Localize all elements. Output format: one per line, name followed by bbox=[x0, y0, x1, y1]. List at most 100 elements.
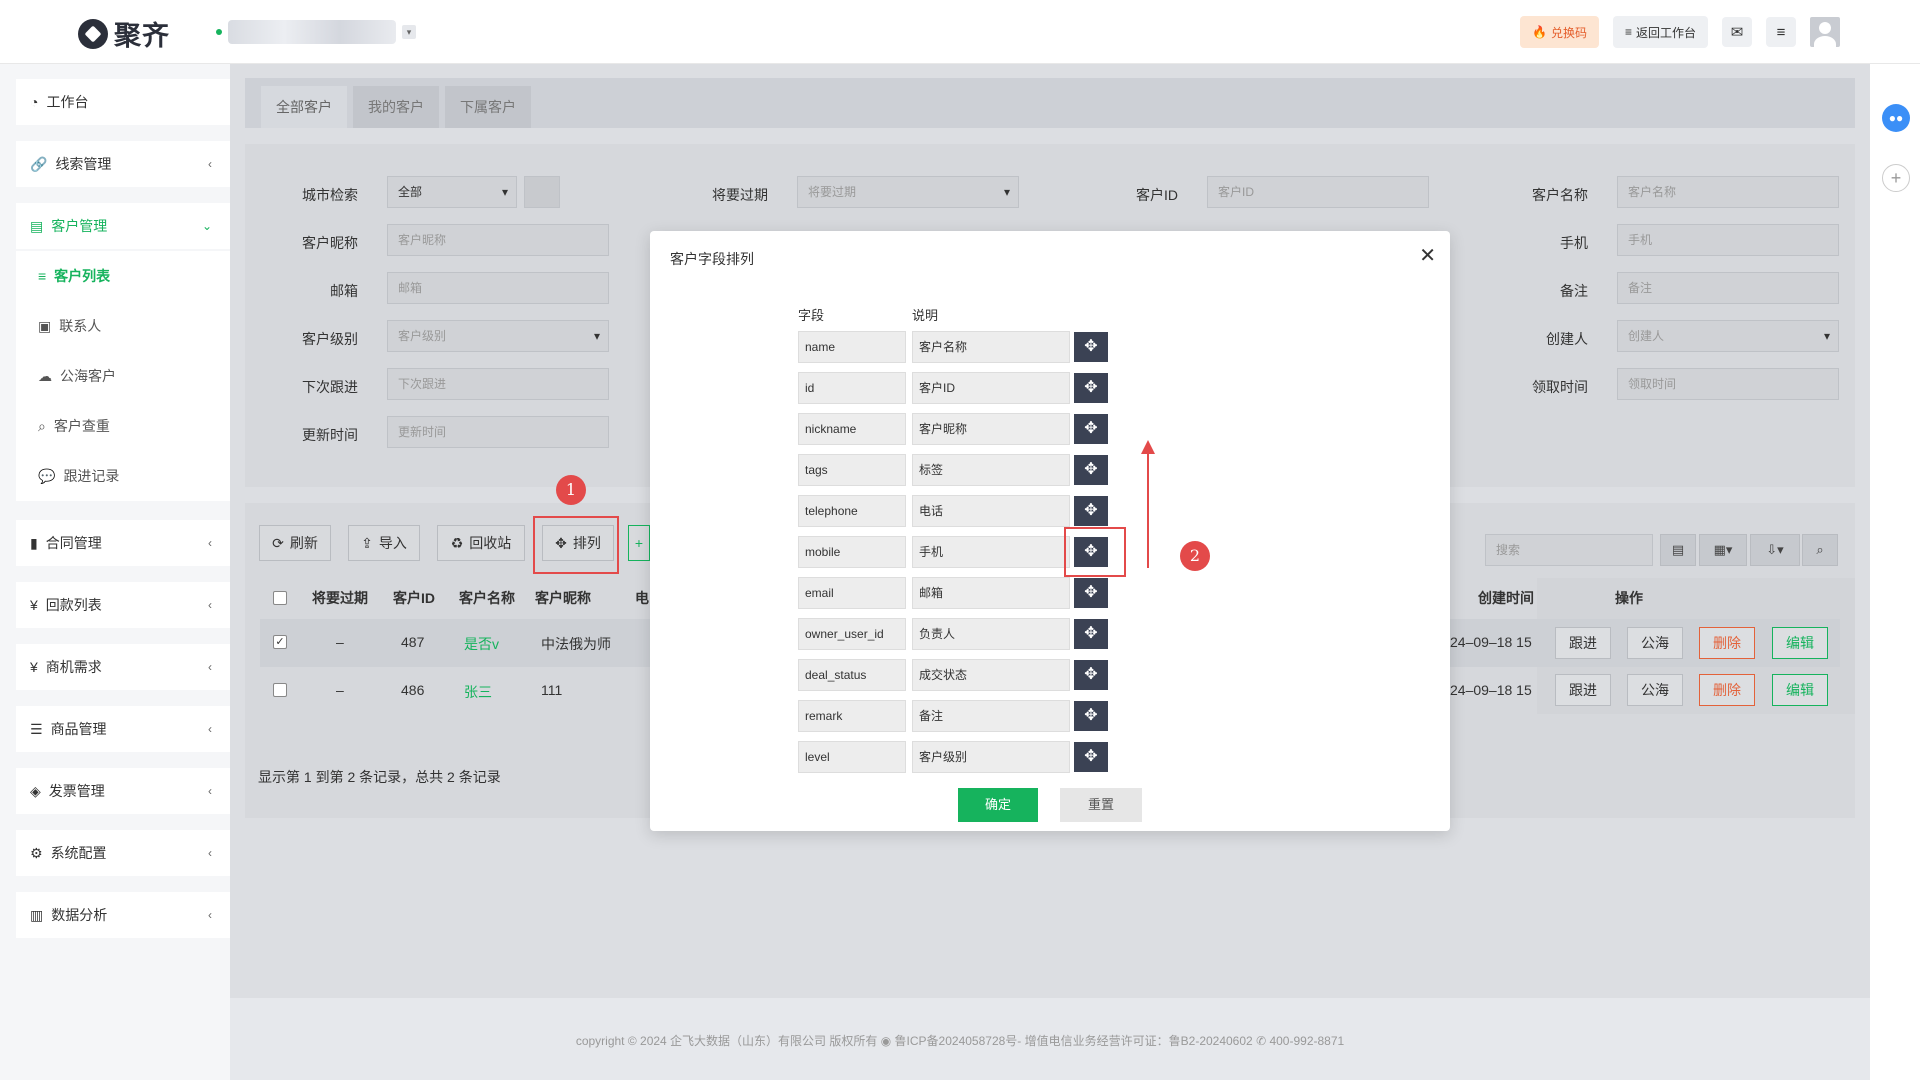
email-input[interactable]: 邮箱 bbox=[387, 272, 609, 304]
drag-move-icon[interactable]: ✥ bbox=[1074, 373, 1108, 403]
col-header-expiring: 将要过期 bbox=[312, 590, 368, 606]
field-desc-5: 手机 bbox=[912, 536, 1070, 568]
drag-move-icon[interactable]: ✥ bbox=[1074, 701, 1108, 731]
sidebar-item-invoices[interactable]: ◈ 发票管理 ‹ bbox=[16, 768, 230, 814]
company-selector[interactable]: ▾ bbox=[216, 20, 416, 44]
cell-nickname: 中法俄为师 bbox=[541, 636, 611, 652]
sidebar-item-workbench[interactable]: ◔ 工作台 bbox=[16, 79, 230, 125]
edit-button[interactable]: 编辑 bbox=[1772, 674, 1828, 706]
sidebar-item-settings[interactable]: ⚙ 系统配置 ‹ bbox=[16, 830, 230, 876]
icp-link[interactable]: 鲁ICP备2024058728号- bbox=[895, 1034, 1022, 1048]
edit-button[interactable]: 编辑 bbox=[1772, 627, 1828, 659]
drag-move-icon[interactable]: ✥ bbox=[1074, 742, 1108, 772]
logo[interactable]: 聚齐 bbox=[78, 14, 170, 53]
columns-toggle-icon[interactable]: ▦▾ bbox=[1699, 534, 1747, 566]
creator-select[interactable]: 创建人 bbox=[1617, 320, 1839, 352]
refresh-icon: ⟳ bbox=[272, 534, 284, 551]
sidebar-item-payments[interactable]: ¥ 回款列表 ‹ bbox=[16, 582, 230, 628]
sidebar-item-analytics[interactable]: ▥ 数据分析 ‹ bbox=[16, 892, 230, 938]
claim-time-input[interactable]: 领取时间 bbox=[1617, 368, 1839, 400]
drag-move-icon[interactable]: ✥ bbox=[1074, 619, 1108, 649]
field-key-3: tags bbox=[798, 454, 906, 486]
add-button[interactable]: + bbox=[628, 525, 650, 561]
sidebar-sub-customer-list[interactable]: ≡ 客户列表 bbox=[16, 251, 230, 301]
cell-name-link[interactable]: 张三 bbox=[464, 682, 492, 702]
sidebar-sub-followups[interactable]: 💬 跟进记录 bbox=[16, 451, 230, 501]
delete-button[interactable]: 删除 bbox=[1699, 674, 1755, 706]
chat-bubble-icon[interactable]: ●● bbox=[1882, 104, 1910, 132]
card-view-icon[interactable]: ▤ bbox=[1660, 534, 1696, 566]
confirm-button[interactable]: 确定 bbox=[958, 788, 1038, 822]
field-desc-4: 电话 bbox=[912, 495, 1070, 527]
list-icon: ≡ bbox=[38, 268, 47, 284]
user-avatar[interactable] bbox=[1810, 17, 1840, 47]
city-sub-select[interactable] bbox=[524, 176, 560, 208]
back-to-workbench-button[interactable]: ≡ 返回工作台 bbox=[1612, 16, 1708, 48]
sidebar-sub-contacts[interactable]: ▣ 联系人 bbox=[16, 301, 230, 351]
chevron-left-icon: ‹ bbox=[208, 784, 212, 798]
chevron-left-icon: ‹ bbox=[208, 598, 212, 612]
field-desc-0: 客户名称 bbox=[912, 331, 1070, 363]
chevron-left-icon: ‹ bbox=[208, 908, 212, 922]
select-all-checkbox[interactable] bbox=[273, 591, 287, 605]
tab-all-customers[interactable]: 全部客户 bbox=[261, 86, 347, 128]
refresh-button[interactable]: ⟳ 刷新 bbox=[259, 525, 331, 561]
col-header-customer-id[interactable]: 客户ID bbox=[393, 588, 435, 608]
reset-button[interactable]: 重置 bbox=[1060, 788, 1142, 822]
next-follow-input[interactable]: 下次跟进 bbox=[387, 368, 609, 400]
city-select[interactable]: 全部 bbox=[387, 176, 517, 208]
sidebar-item-products[interactable]: ☰ 商品管理 ‹ bbox=[16, 706, 230, 752]
cloud-icon: ☁ bbox=[38, 367, 52, 384]
drag-move-icon[interactable]: ✥ bbox=[1074, 332, 1108, 362]
yen-icon: ¥ bbox=[30, 597, 38, 613]
sidebar-sub-duplicate-check[interactable]: ⌕ 客户查重 bbox=[16, 401, 230, 451]
public-pool-button[interactable]: 公海 bbox=[1627, 627, 1683, 659]
customer-name-input[interactable]: 客户名称 bbox=[1617, 176, 1839, 208]
logo-mark-icon bbox=[78, 18, 108, 49]
field-key-1: id bbox=[798, 372, 906, 404]
sidebar-sub-public-customers[interactable]: ☁ 公海客户 bbox=[16, 351, 230, 401]
cell-name-link[interactable]: 是否v bbox=[464, 634, 499, 654]
drag-move-icon[interactable]: ✥ bbox=[1074, 414, 1108, 444]
level-select[interactable]: 客户级别 bbox=[387, 320, 609, 352]
field-key-2: nickname bbox=[798, 413, 906, 445]
chevron-down-icon: ⌄ bbox=[201, 219, 212, 233]
mobile-input[interactable]: 手机 bbox=[1617, 224, 1839, 256]
tab-sub-customers[interactable]: 下属客户 bbox=[445, 86, 531, 128]
field-desc-7: 负责人 bbox=[912, 618, 1070, 650]
row-checkbox[interactable] bbox=[273, 683, 287, 697]
sidebar-item-leads[interactable]: 🔗 线索管理 ‹ bbox=[16, 141, 230, 187]
menu-lines-icon: ≡ bbox=[1624, 25, 1632, 39]
sidebar-item-opportunities[interactable]: ¥ 商机需求 ‹ bbox=[16, 644, 230, 690]
plus-icon[interactable]: + bbox=[1882, 164, 1910, 192]
hamburger-menu-icon[interactable]: ≡ bbox=[1766, 17, 1796, 47]
delete-button[interactable]: 删除 bbox=[1699, 627, 1755, 659]
field-key-6: email bbox=[798, 577, 906, 609]
expiring-select[interactable]: 将要过期 bbox=[797, 176, 1019, 208]
tab-my-customers[interactable]: 我的客户 bbox=[353, 86, 439, 128]
redeem-code-button[interactable]: 🔥 兑换码 bbox=[1520, 16, 1599, 48]
row-checkbox[interactable]: ✓ bbox=[273, 635, 287, 649]
recycle-bin-button[interactable]: ♻ 回收站 bbox=[437, 525, 525, 561]
search-icon[interactable]: ⌕ bbox=[1802, 534, 1838, 566]
table-search-input[interactable]: 搜索 bbox=[1485, 534, 1653, 566]
remark-input[interactable]: 备注 bbox=[1617, 272, 1839, 304]
update-time-input[interactable]: 更新时间 bbox=[387, 416, 609, 448]
cell-nickname: 111 bbox=[541, 682, 563, 698]
close-icon[interactable]: ✕ bbox=[1419, 243, 1436, 268]
import-button[interactable]: ⇪ 导入 bbox=[348, 525, 420, 561]
drag-move-icon[interactable]: ✥ bbox=[1074, 496, 1108, 526]
public-pool-button[interactable]: 公海 bbox=[1627, 674, 1683, 706]
export-icon[interactable]: ⇩▾ bbox=[1750, 534, 1800, 566]
drag-move-icon[interactable]: ✥ bbox=[1074, 578, 1108, 608]
drag-move-icon[interactable]: ✥ bbox=[1074, 455, 1108, 485]
sidebar-item-customers[interactable]: ▤ 客户管理 ⌄ bbox=[16, 203, 230, 249]
license-text: 增值电信业务经营许可证：鲁B2-20240602 bbox=[1024, 1034, 1253, 1048]
drag-move-icon[interactable]: ✥ bbox=[1074, 660, 1108, 690]
mail-icon[interactable]: ✉ bbox=[1722, 17, 1752, 47]
customer-id-input[interactable]: 客户ID bbox=[1207, 176, 1429, 208]
follow-button[interactable]: 跟进 bbox=[1555, 674, 1611, 706]
nickname-input[interactable]: 客户昵称 bbox=[387, 224, 609, 256]
follow-button[interactable]: 跟进 bbox=[1555, 627, 1611, 659]
sidebar-item-contracts[interactable]: ▮ 合同管理 ‹ bbox=[16, 520, 230, 566]
